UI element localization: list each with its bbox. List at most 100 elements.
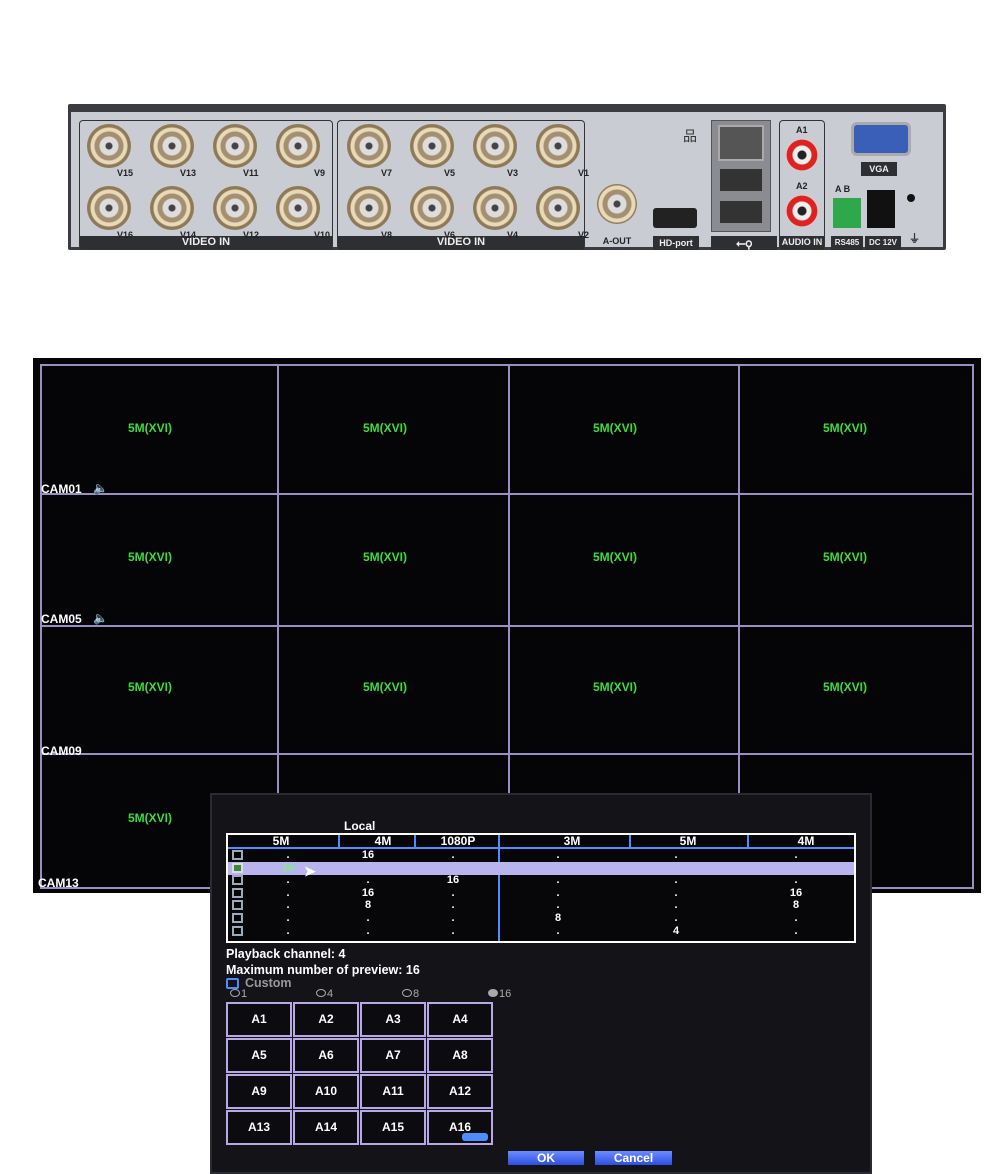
- channel-grid-cell[interactable]: A3: [360, 1002, 426, 1037]
- bnc-connector: [87, 186, 131, 230]
- row-cell: 16: [361, 886, 375, 899]
- layout-radio-label: 8: [413, 988, 420, 1000]
- resolution-label: 5M(XVI): [363, 421, 408, 435]
- row-cell: .: [674, 886, 678, 899]
- row-checkbox[interactable]: [232, 925, 243, 936]
- video-channel-label: V8: [381, 230, 393, 240]
- row-cell: .: [556, 924, 560, 937]
- channel-mode-row[interactable]: .. 16...: [228, 874, 854, 887]
- speaker-icon: 🔈: [93, 611, 108, 625]
- vga-label: VGA: [861, 162, 897, 176]
- channel-grid-cell[interactable]: A8: [427, 1038, 493, 1073]
- bnc-connector: [473, 124, 517, 168]
- row-checkbox[interactable]: [232, 887, 243, 898]
- channel-mode-row[interactable]: ... 8..: [228, 912, 854, 925]
- row-cell: 16: [281, 861, 295, 874]
- bnc-connector: [536, 124, 580, 168]
- row-cell: .: [556, 886, 560, 899]
- bnc-connector: [536, 186, 580, 230]
- row-checkbox[interactable]: [232, 875, 243, 886]
- ok-button[interactable]: OK: [508, 1151, 584, 1165]
- camera-label: CAM05: [41, 612, 82, 626]
- video-channel-label: V7: [381, 168, 393, 178]
- row-cell: 8: [364, 899, 372, 912]
- dialog-title-local: Local: [344, 819, 376, 833]
- row-cell: .: [674, 912, 678, 924]
- row-cell: .: [794, 849, 798, 861]
- bnc-connector: [410, 186, 454, 230]
- ethernet-port: [718, 125, 764, 161]
- channel-grid-cell[interactable]: A6: [293, 1038, 359, 1073]
- channel-mode-row[interactable]: . 8... 8: [228, 899, 854, 912]
- row-cell: .: [366, 874, 370, 887]
- channel-grid-cell[interactable]: A12: [427, 1074, 493, 1109]
- channel-grid-cell[interactable]: A5: [226, 1038, 292, 1073]
- channel-grid-cell[interactable]: A9: [226, 1074, 292, 1109]
- resolution-label: 5M(XVI): [593, 421, 638, 435]
- bnc-connector: [473, 186, 517, 230]
- custom-checkbox[interactable]: [226, 978, 239, 989]
- row-cell: .: [366, 912, 370, 924]
- dc-label: DC 12V: [865, 236, 901, 250]
- channel-mode-row[interactable]: .... 4.: [228, 925, 854, 938]
- resolution-label: 5M(XVI): [128, 421, 173, 435]
- row-cell: .: [451, 886, 455, 899]
- dc-power-jack: [867, 190, 895, 228]
- channel-grid-cell[interactable]: A13: [226, 1110, 292, 1145]
- channel-grid-cell[interactable]: A15: [360, 1110, 426, 1145]
- row-cell: 16: [361, 849, 375, 861]
- channel-grid-cell[interactable]: A10: [293, 1074, 359, 1109]
- grid-divider: [40, 753, 974, 755]
- resolution-label: 5M(XVI): [823, 550, 868, 564]
- rs485-ab-label: A B: [835, 184, 851, 194]
- row-cell: .: [451, 912, 455, 924]
- channel-grid-cell[interactable]: A1: [226, 1002, 292, 1037]
- video-channel-label: V4: [507, 230, 519, 240]
- resolution-label: 5M(XVI): [363, 680, 408, 694]
- video-channel-label: V2: [578, 230, 590, 240]
- layout-radio[interactable]: [316, 989, 326, 997]
- cancel-button[interactable]: Cancel: [595, 1151, 672, 1165]
- bnc-connector: [213, 124, 257, 168]
- channel-mode-table: 5M 4M 1080P 3M 5M 4M . 16.... 16.. 16.... 16... 16…: [226, 833, 856, 943]
- resolution-label: 5M(XVI): [823, 421, 868, 435]
- channel-mode-row[interactable]: 16: [228, 861, 854, 875]
- channel-grid-cell[interactable]: A2: [293, 1002, 359, 1037]
- layout-radio[interactable]: [230, 989, 240, 997]
- layout-radio[interactable]: [488, 989, 498, 997]
- row-checkbox[interactable]: [232, 850, 243, 860]
- layout-radio[interactable]: [402, 989, 412, 997]
- row-cell: .: [794, 874, 798, 887]
- camera-label: CAM09: [41, 744, 82, 758]
- header-divider: [629, 835, 631, 847]
- audio-a1-jack: [786, 139, 818, 171]
- channel-grid-cell[interactable]: A14: [293, 1110, 359, 1145]
- hdmi-port: [653, 208, 697, 228]
- channel-grid-cell[interactable]: A7: [360, 1038, 426, 1073]
- grid-divider: [40, 493, 974, 495]
- row-checkbox[interactable]: [232, 900, 243, 911]
- rs485-label: RS485: [831, 236, 863, 250]
- video-channel-label: V5: [444, 168, 456, 178]
- row-checkbox[interactable]: [232, 913, 243, 923]
- channel-mode-row[interactable]: . 16... 16: [228, 887, 854, 900]
- row-cell: 4: [672, 924, 680, 937]
- video-channel-label: V14: [180, 230, 197, 240]
- playback-channel-text: Playback channel: 4: [226, 947, 346, 961]
- bnc-connector: [276, 186, 320, 230]
- channel-grid-cell[interactable]: A4: [427, 1002, 493, 1037]
- row-cell: .: [794, 912, 798, 924]
- bnc-connector: [347, 124, 391, 168]
- row-cell: .: [286, 886, 290, 899]
- resolution-label: 5M(XVI): [128, 680, 173, 694]
- bnc-connector: [276, 124, 320, 168]
- bnc-connector: [213, 186, 257, 230]
- hdport-label: HD-port: [653, 236, 699, 250]
- channel-mode-row[interactable]: . 16....: [228, 849, 854, 862]
- row-cell: .: [366, 924, 370, 937]
- row-checkbox[interactable]: [232, 862, 243, 873]
- channel-grid-cell[interactable]: A11: [360, 1074, 426, 1109]
- row-cell: .: [451, 849, 455, 861]
- next-page-icon[interactable]: [462, 1133, 488, 1141]
- column-header: 1080P: [440, 834, 476, 848]
